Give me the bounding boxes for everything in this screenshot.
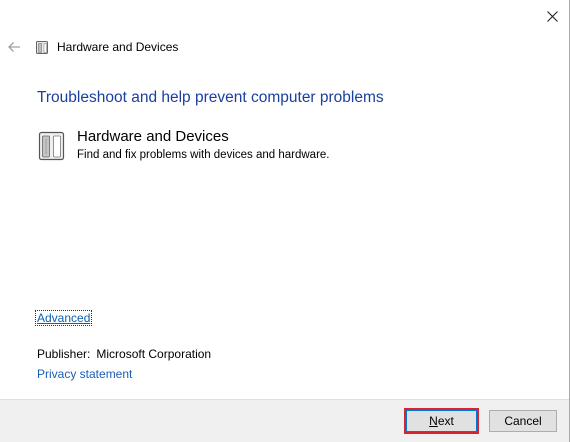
troubleshooter-window: Hardware and Devices Troubleshoot and he… (0, 0, 570, 442)
footer: Next Cancel (0, 399, 569, 442)
back-arrow-icon (8, 42, 20, 52)
header: Hardware and Devices (0, 32, 520, 62)
close-icon (546, 10, 558, 22)
cancel-button[interactable]: Cancel (489, 410, 557, 432)
publisher-value: Microsoft Corporation (96, 347, 212, 361)
next-label: ext (437, 414, 454, 428)
next-mnemonic: N (429, 414, 438, 428)
header-title: Hardware and Devices (57, 40, 179, 54)
close-button[interactable] (534, 0, 570, 32)
hardware-devices-icon (38, 131, 65, 161)
item-description: Find and fix problems with devices and h… (77, 149, 330, 161)
publisher-label: Publisher: (37, 347, 91, 361)
page-heading: Troubleshoot and help prevent computer p… (37, 89, 384, 106)
next-button[interactable]: Next (406, 410, 477, 432)
hardware-devices-small-icon (36, 41, 48, 54)
item-title: Hardware and Devices (77, 128, 229, 145)
publisher-info: Publisher: Microsoft Corporation (37, 347, 211, 361)
back-button[interactable] (4, 38, 24, 56)
privacy-statement-link[interactable]: Privacy statement (37, 367, 132, 381)
advanced-link[interactable]: Advanced (34, 310, 93, 326)
